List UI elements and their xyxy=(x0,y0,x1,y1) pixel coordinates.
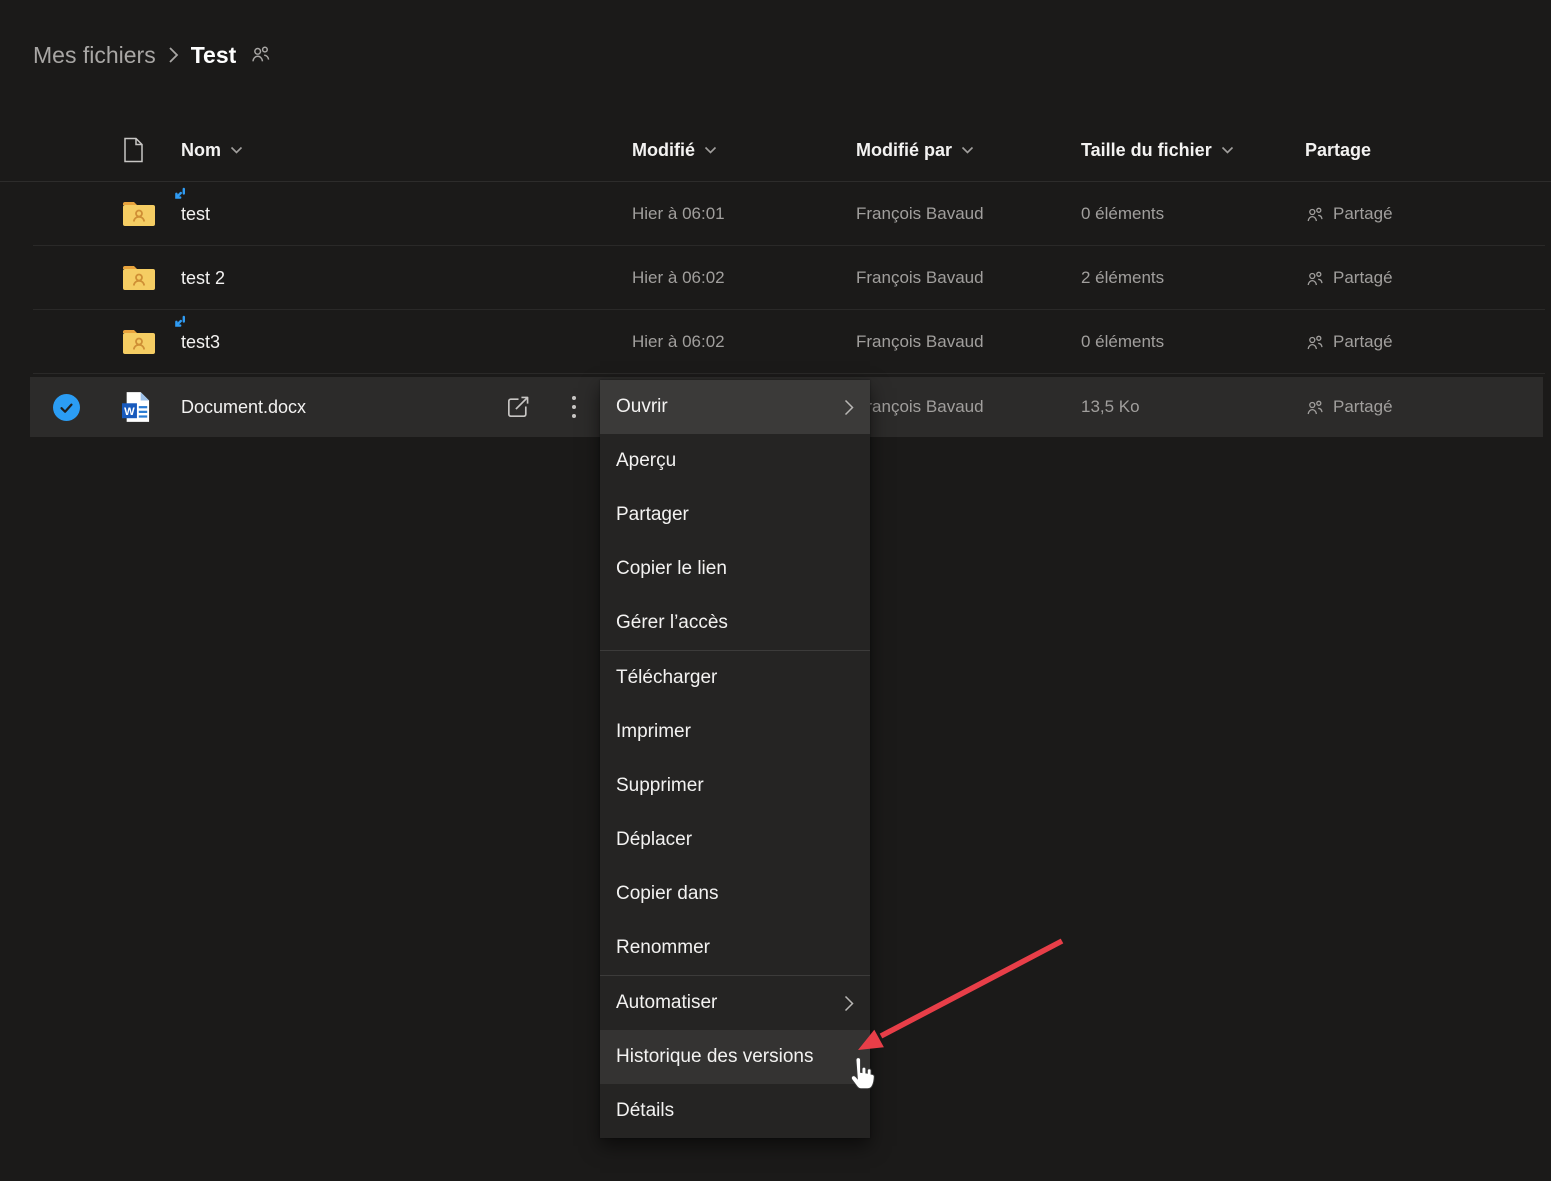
menu-item-download[interactable]: Télécharger xyxy=(600,651,870,705)
column-header-modified-by[interactable]: Modifié par xyxy=(856,140,1081,161)
modified-date: Hier à 06:02 xyxy=(632,332,856,352)
column-header-size[interactable]: Taille du fichier xyxy=(1081,140,1305,161)
modified-date: Hier à 06:02 xyxy=(632,268,856,288)
file-name[interactable]: test 2 xyxy=(181,268,225,288)
breadcrumb-chevron-icon xyxy=(168,46,179,64)
vertical-ellipsis-icon xyxy=(566,390,582,424)
file-size: 13,5 Ko xyxy=(1081,397,1305,417)
people-icon xyxy=(1305,332,1325,352)
row-separator xyxy=(33,373,1545,374)
menu-item-rename[interactable]: Renommer xyxy=(600,921,870,975)
file-type-column-icon[interactable] xyxy=(123,137,165,163)
share-status[interactable]: Partagé xyxy=(1305,204,1551,224)
shared-folder-icon xyxy=(122,264,165,292)
more-actions-button[interactable] xyxy=(566,377,582,437)
file-size: 0 éléments xyxy=(1081,204,1305,224)
table-row[interactable]: test3 Hier à 06:02 François Bavaud 0 élé… xyxy=(0,310,1551,374)
modified-date: Hier à 06:01 xyxy=(632,204,856,224)
people-icon xyxy=(1305,204,1325,224)
menu-item-print[interactable]: Imprimer xyxy=(600,705,870,759)
menu-item-manage-access[interactable]: Gérer l’accès xyxy=(600,596,870,650)
menu-item-details[interactable]: Détails xyxy=(600,1084,870,1138)
modified-by: François Bavaud xyxy=(856,332,1081,352)
shared-folder-icon xyxy=(122,328,165,356)
file-list-header: Nom Modifié Modifié par Taille du fichie… xyxy=(0,118,1551,182)
menu-item-open[interactable]: Ouvrir xyxy=(600,380,870,434)
file-name[interactable]: test3 xyxy=(181,332,220,352)
context-menu: Ouvrir Aperçu Partager Copier le lien Gé… xyxy=(600,380,870,1138)
modified-by: François Bavaud xyxy=(856,204,1081,224)
share-button[interactable] xyxy=(505,377,531,437)
menu-item-share[interactable]: Partager xyxy=(600,488,870,542)
modified-by: François Bavaud xyxy=(856,268,1081,288)
menu-item-delete[interactable]: Supprimer xyxy=(600,759,870,813)
new-item-badge-icon xyxy=(171,187,187,203)
chevron-down-icon xyxy=(230,146,243,154)
new-item-badge-icon xyxy=(171,315,187,331)
column-header-share[interactable]: Partage xyxy=(1305,140,1551,161)
chevron-down-icon xyxy=(1221,146,1234,154)
menu-item-copy-to[interactable]: Copier dans xyxy=(600,867,870,921)
share-status[interactable]: Partagé xyxy=(1305,268,1551,288)
breadcrumb-parent-link[interactable]: Mes fichiers xyxy=(33,42,156,69)
file-name[interactable]: test xyxy=(181,204,210,224)
chevron-down-icon xyxy=(704,146,717,154)
share-status[interactable]: Partagé xyxy=(1305,332,1551,352)
people-icon xyxy=(1305,268,1325,288)
menu-item-move[interactable]: Déplacer xyxy=(600,813,870,867)
people-icon xyxy=(1305,397,1325,417)
share-status[interactable]: Partagé xyxy=(1305,397,1551,417)
menu-item-version-history[interactable]: Historique des versions xyxy=(600,1030,870,1084)
column-header-modified[interactable]: Modifié xyxy=(632,140,856,161)
table-row[interactable]: test Hier à 06:01 François Bavaud 0 élém… xyxy=(0,182,1551,246)
table-row[interactable]: test 2 Hier à 06:02 François Bavaud 2 él… xyxy=(0,246,1551,310)
file-size: 0 éléments xyxy=(1081,332,1305,352)
breadcrumb: Mes fichiers Test xyxy=(33,40,271,70)
shared-folder-icon xyxy=(122,200,165,228)
submenu-chevron-icon xyxy=(844,399,854,416)
row-selected-checkbox[interactable] xyxy=(53,394,80,421)
menu-item-copy-link[interactable]: Copier le lien xyxy=(600,542,870,596)
file-size: 2 éléments xyxy=(1081,268,1305,288)
file-name[interactable]: Document.docx xyxy=(181,397,306,417)
submenu-chevron-icon xyxy=(844,995,854,1012)
shared-people-icon xyxy=(250,44,271,70)
column-header-name[interactable]: Nom xyxy=(165,140,632,161)
share-icon xyxy=(505,394,531,420)
breadcrumb-current-folder: Test xyxy=(191,42,237,69)
menu-item-automate[interactable]: Automatiser xyxy=(600,976,870,1030)
modified-by: François Bavaud xyxy=(856,397,1081,417)
svg-text:W: W xyxy=(124,406,135,418)
word-document-icon: W xyxy=(122,391,165,423)
menu-item-preview[interactable]: Aperçu xyxy=(600,434,870,488)
chevron-down-icon xyxy=(961,146,974,154)
